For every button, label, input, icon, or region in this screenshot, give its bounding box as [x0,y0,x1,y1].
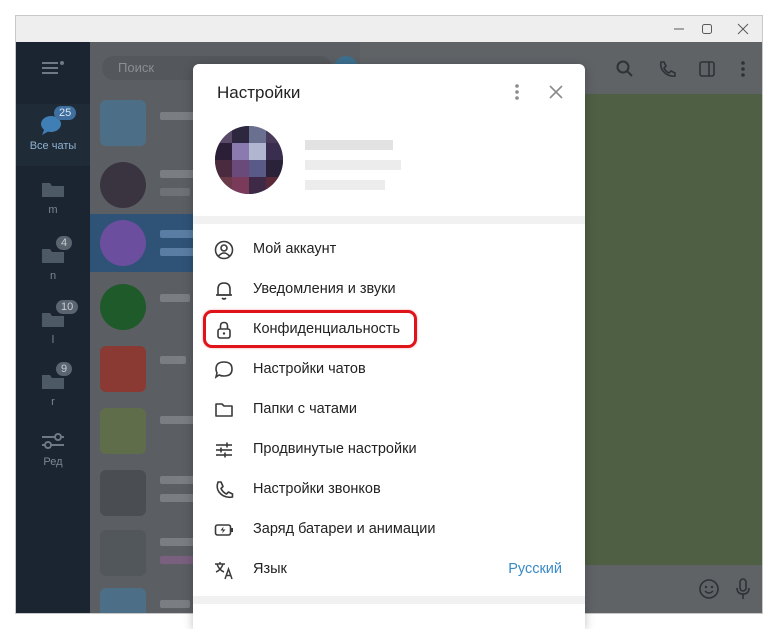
profile-username [305,180,385,190]
phone-icon[interactable] [656,58,678,80]
folder-badge: 10 [56,300,79,314]
folder-label: l [51,334,55,346]
sliders-icon [213,439,235,461]
microphone-icon[interactable] [732,578,754,600]
folder-all-chats[interactable]: 25 Все чаты [16,104,90,166]
privacy-highlight-frame [203,310,417,348]
menu-item-label: Язык [253,561,287,577]
folder-n[interactable]: 4 n [16,234,90,294]
menu-item-chat-settings[interactable]: Настройки чатов [193,350,585,390]
menu-item-label: Папки с чатами [253,401,357,417]
folder-label: r [51,396,55,408]
phone-icon [213,479,235,501]
menu-item-label: Уведомления и звуки [253,281,396,297]
folder-label: m [48,204,58,216]
folder-badge: 4 [56,236,73,250]
folder-label: n [49,270,57,282]
menu-item-calls[interactable]: Настройки звонков [193,470,585,510]
title-bar [16,16,762,42]
folder-m[interactable]: m [16,172,90,232]
folder-icon [213,399,235,421]
folder-badge: 25 [54,106,77,120]
folders-sidebar: 25 Все чаты m 4 n 10 l 9 r Ред [16,42,90,613]
minimize-icon[interactable] [666,18,692,40]
menu-item-my-account[interactable]: Мой аккаунт [193,230,585,270]
battery-icon [213,519,235,541]
avatar[interactable] [215,126,283,194]
menu-item-battery[interactable]: Заряд батареи и анимации [193,510,585,550]
profile-phone [305,160,401,170]
menu-item-label: Настройки чатов [253,361,366,377]
sidebar-toggle-icon[interactable] [696,58,718,80]
menu-item-language[interactable]: Язык Русский [193,550,585,590]
folder-r[interactable]: 9 r [16,360,90,420]
close-icon[interactable] [544,80,568,104]
sliders-icon [41,432,65,450]
menu-item-advanced[interactable]: Продвинутые настройки [193,430,585,470]
folder-l[interactable]: 10 l [16,298,90,358]
more-icon[interactable] [505,80,529,104]
bell-icon [213,279,235,301]
translate-icon [213,559,235,581]
chat-bubble-icon [213,359,235,381]
more-icon[interactable] [732,58,754,80]
menu-item-label: Настройки звонков [253,481,381,497]
folder-badge: 9 [56,362,73,376]
maximize-icon[interactable] [694,18,720,40]
close-icon[interactable] [730,18,756,40]
profile-name [305,140,393,150]
menu-item-chat-folders[interactable]: Папки с чатами [193,390,585,430]
settings-dialog: Настройки Мой аккаунт Уведомления и звук… [193,64,585,629]
dialog-title: Настройки [217,83,301,102]
menu-icon[interactable] [42,60,64,76]
divider [193,596,585,604]
account-icon [213,239,235,261]
emoji-icon[interactable] [698,578,720,600]
folder-edit[interactable]: Ред [16,426,90,480]
language-value: Русский [508,561,562,577]
folder-icon [41,180,65,198]
menu-item-label: Продвинутые настройки [253,441,417,457]
menu-item-label: Мой аккаунт [253,241,337,257]
folder-label: Ред [43,456,63,468]
folder-label: Все чаты [29,140,77,152]
search-icon[interactable] [614,58,636,80]
menu-item-label: Заряд батареи и анимации [253,521,436,537]
menu-item-notifications[interactable]: Уведомления и звуки [193,270,585,310]
divider [193,216,585,224]
